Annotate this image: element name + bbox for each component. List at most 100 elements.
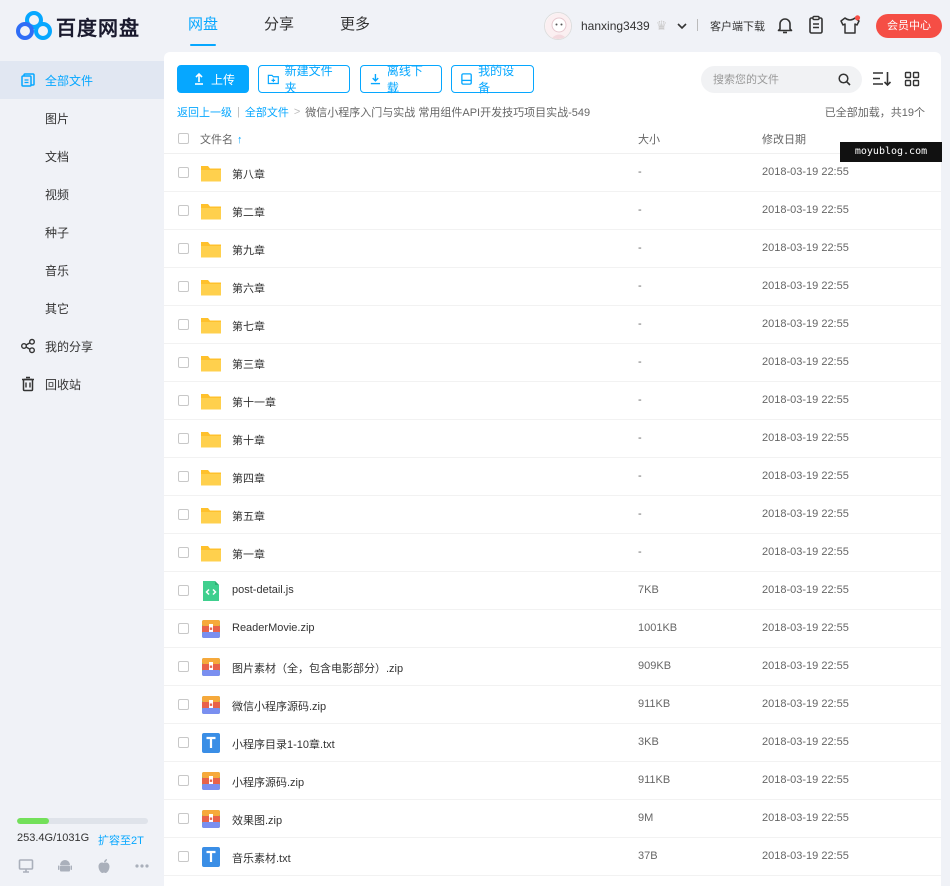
- file-name[interactable]: 图片素材（全，包含电影部分）.zip: [232, 660, 403, 676]
- file-row[interactable]: 第七章 - 2018-03-19 22:55: [164, 306, 941, 344]
- file-name[interactable]: post-detail.js: [232, 584, 294, 596]
- sidebar-item-all-files[interactable]: 全部文件: [0, 61, 164, 99]
- sidebar-item-videos[interactable]: 视频: [0, 175, 164, 213]
- file-name[interactable]: 第七章: [232, 318, 265, 334]
- file-row[interactable]: 小程序目录1-10章.txt 3KB 2018-03-19 22:55: [164, 724, 941, 762]
- file-row[interactable]: 效果图.zip 9M 2018-03-19 22:55: [164, 800, 941, 838]
- file-row[interactable]: 第四章 - 2018-03-19 22:55: [164, 458, 941, 496]
- more-dots-icon[interactable]: [134, 858, 150, 874]
- file-name[interactable]: 音乐素材.txt: [232, 850, 291, 866]
- desktop-client-icon[interactable]: [18, 858, 34, 874]
- row-checkbox[interactable]: [178, 281, 189, 292]
- row-checkbox[interactable]: [178, 471, 189, 482]
- row-checkbox[interactable]: [178, 357, 189, 368]
- row-checkbox[interactable]: [178, 775, 189, 786]
- row-checkbox[interactable]: [178, 395, 189, 406]
- file-row[interactable]: 第八章 - 2018-03-19 22:55: [164, 154, 941, 192]
- avatar[interactable]: [544, 12, 572, 40]
- file-row[interactable]: 第五章 - 2018-03-19 22:55: [164, 496, 941, 534]
- search-icon[interactable]: [838, 73, 851, 86]
- upload-button[interactable]: 上传: [177, 65, 249, 93]
- file-name[interactable]: 第三章: [232, 356, 265, 372]
- sidebar-item-documents[interactable]: 文档: [0, 137, 164, 175]
- nav-netdisk[interactable]: 网盘: [188, 0, 218, 52]
- file-row[interactable]: 音乐素材.txt 37B 2018-03-19 22:55: [164, 838, 941, 876]
- row-checkbox[interactable]: [178, 699, 189, 710]
- baidu-netdisk-logo[interactable]: 百度网盘: [16, 10, 140, 42]
- file-name[interactable]: 第十章: [232, 432, 265, 448]
- file-name[interactable]: 第九章: [232, 242, 265, 258]
- user-menu[interactable]: hanxing3439 ♛: [544, 12, 689, 40]
- vip-center-button[interactable]: 会员中心: [876, 14, 942, 38]
- grid-view-icon[interactable]: [904, 70, 920, 88]
- file-row[interactable]: ReaderMovie.zip 1001KB 2018-03-19 22:55: [164, 610, 941, 648]
- row-checkbox[interactable]: [178, 623, 189, 634]
- scrollbar-track[interactable]: [941, 52, 950, 886]
- search-input[interactable]: [713, 66, 833, 93]
- file-name[interactable]: 第五章: [232, 508, 265, 524]
- file-name[interactable]: 第六章: [232, 280, 265, 296]
- file-row[interactable]: 第三章 - 2018-03-19 22:55: [164, 344, 941, 382]
- client-download-link[interactable]: 客户端下载: [710, 18, 765, 34]
- skin-shirt-icon[interactable]: [839, 15, 861, 35]
- bell-icon[interactable]: [776, 15, 794, 35]
- column-header-size[interactable]: 大小: [638, 131, 660, 147]
- file-name[interactable]: 第八章: [232, 166, 265, 182]
- file-name[interactable]: 第四章: [232, 470, 265, 486]
- file-row[interactable]: 第一章 - 2018-03-19 22:55: [164, 534, 941, 572]
- file-name[interactable]: 小程序目录1-10章.txt: [232, 736, 335, 752]
- file-row[interactable]: post-detail.js 7KB 2018-03-19 22:55: [164, 572, 941, 610]
- file-name[interactable]: 效果图.zip: [232, 812, 282, 828]
- file-row[interactable]: 第二章 - 2018-03-19 22:55: [164, 192, 941, 230]
- row-checkbox[interactable]: [178, 509, 189, 520]
- android-icon[interactable]: [57, 858, 73, 874]
- file-row[interactable]: 图片素材（全，包含电影部分）.zip 909KB 2018-03-19 22:55: [164, 648, 941, 686]
- row-checkbox[interactable]: [178, 433, 189, 444]
- row-checkbox[interactable]: [178, 167, 189, 178]
- sidebar: 全部文件 图片 文档 视频 种子 音乐 其它 我的分享 回收站 253.4G/1…: [0, 52, 164, 886]
- apple-icon[interactable]: [96, 858, 112, 874]
- file-row[interactable]: 小程序源码.zip 911KB 2018-03-19 22:55: [164, 762, 941, 800]
- row-checkbox[interactable]: [178, 319, 189, 330]
- file-row[interactable]: 微信小程序源码.zip 911KB 2018-03-19 22:55: [164, 686, 941, 724]
- column-header-date[interactable]: 修改日期: [762, 131, 806, 147]
- row-checkbox[interactable]: [178, 813, 189, 824]
- select-all-checkbox[interactable]: [178, 133, 189, 144]
- row-checkbox[interactable]: [178, 737, 189, 748]
- file-row[interactable]: 第六章 - 2018-03-19 22:55: [164, 268, 941, 306]
- file-name[interactable]: 小程序源码.zip: [232, 774, 304, 790]
- file-row[interactable]: 第十一章 - 2018-03-19 22:55: [164, 382, 941, 420]
- folder-icon: [200, 276, 222, 298]
- nav-share[interactable]: 分享: [264, 0, 294, 52]
- chevron-down-icon[interactable]: [675, 19, 689, 33]
- row-checkbox[interactable]: [178, 585, 189, 596]
- new-folder-button[interactable]: 新建文件夹: [258, 64, 350, 95]
- file-name[interactable]: 第二章: [232, 204, 265, 220]
- row-checkbox[interactable]: [178, 205, 189, 216]
- row-checkbox[interactable]: [178, 851, 189, 862]
- breadcrumb-back-link[interactable]: 返回上一级: [177, 104, 232, 120]
- sidebar-item-other[interactable]: 其它: [0, 289, 164, 327]
- file-row[interactable]: 第十章 - 2018-03-19 22:55: [164, 420, 941, 458]
- file-name[interactable]: 第一章: [232, 546, 265, 562]
- row-checkbox[interactable]: [178, 243, 189, 254]
- sidebar-item-my-share[interactable]: 我的分享: [0, 327, 164, 365]
- sidebar-item-recycle-bin[interactable]: 回收站: [0, 365, 164, 403]
- file-name[interactable]: 第十一章: [232, 394, 276, 410]
- file-name[interactable]: 微信小程序源码.zip: [232, 698, 326, 714]
- sidebar-item-music[interactable]: 音乐: [0, 251, 164, 289]
- column-header-name[interactable]: 文件名 ↑: [200, 131, 243, 147]
- row-checkbox[interactable]: [178, 547, 189, 558]
- breadcrumb-root-link[interactable]: 全部文件: [245, 104, 289, 120]
- offline-download-button[interactable]: 离线下载: [360, 64, 442, 95]
- task-list-icon[interactable]: [807, 15, 825, 35]
- row-checkbox[interactable]: [178, 661, 189, 672]
- file-name[interactable]: ReaderMovie.zip: [232, 622, 315, 634]
- sort-icon[interactable]: [872, 70, 892, 88]
- sidebar-item-images[interactable]: 图片: [0, 99, 164, 137]
- nav-more[interactable]: 更多: [340, 0, 370, 52]
- expand-storage-link[interactable]: 扩容至2T: [98, 832, 144, 848]
- my-devices-button[interactable]: 我的设备: [451, 64, 534, 95]
- sidebar-item-torrents[interactable]: 种子: [0, 213, 164, 251]
- file-row[interactable]: 第九章 - 2018-03-19 22:55: [164, 230, 941, 268]
